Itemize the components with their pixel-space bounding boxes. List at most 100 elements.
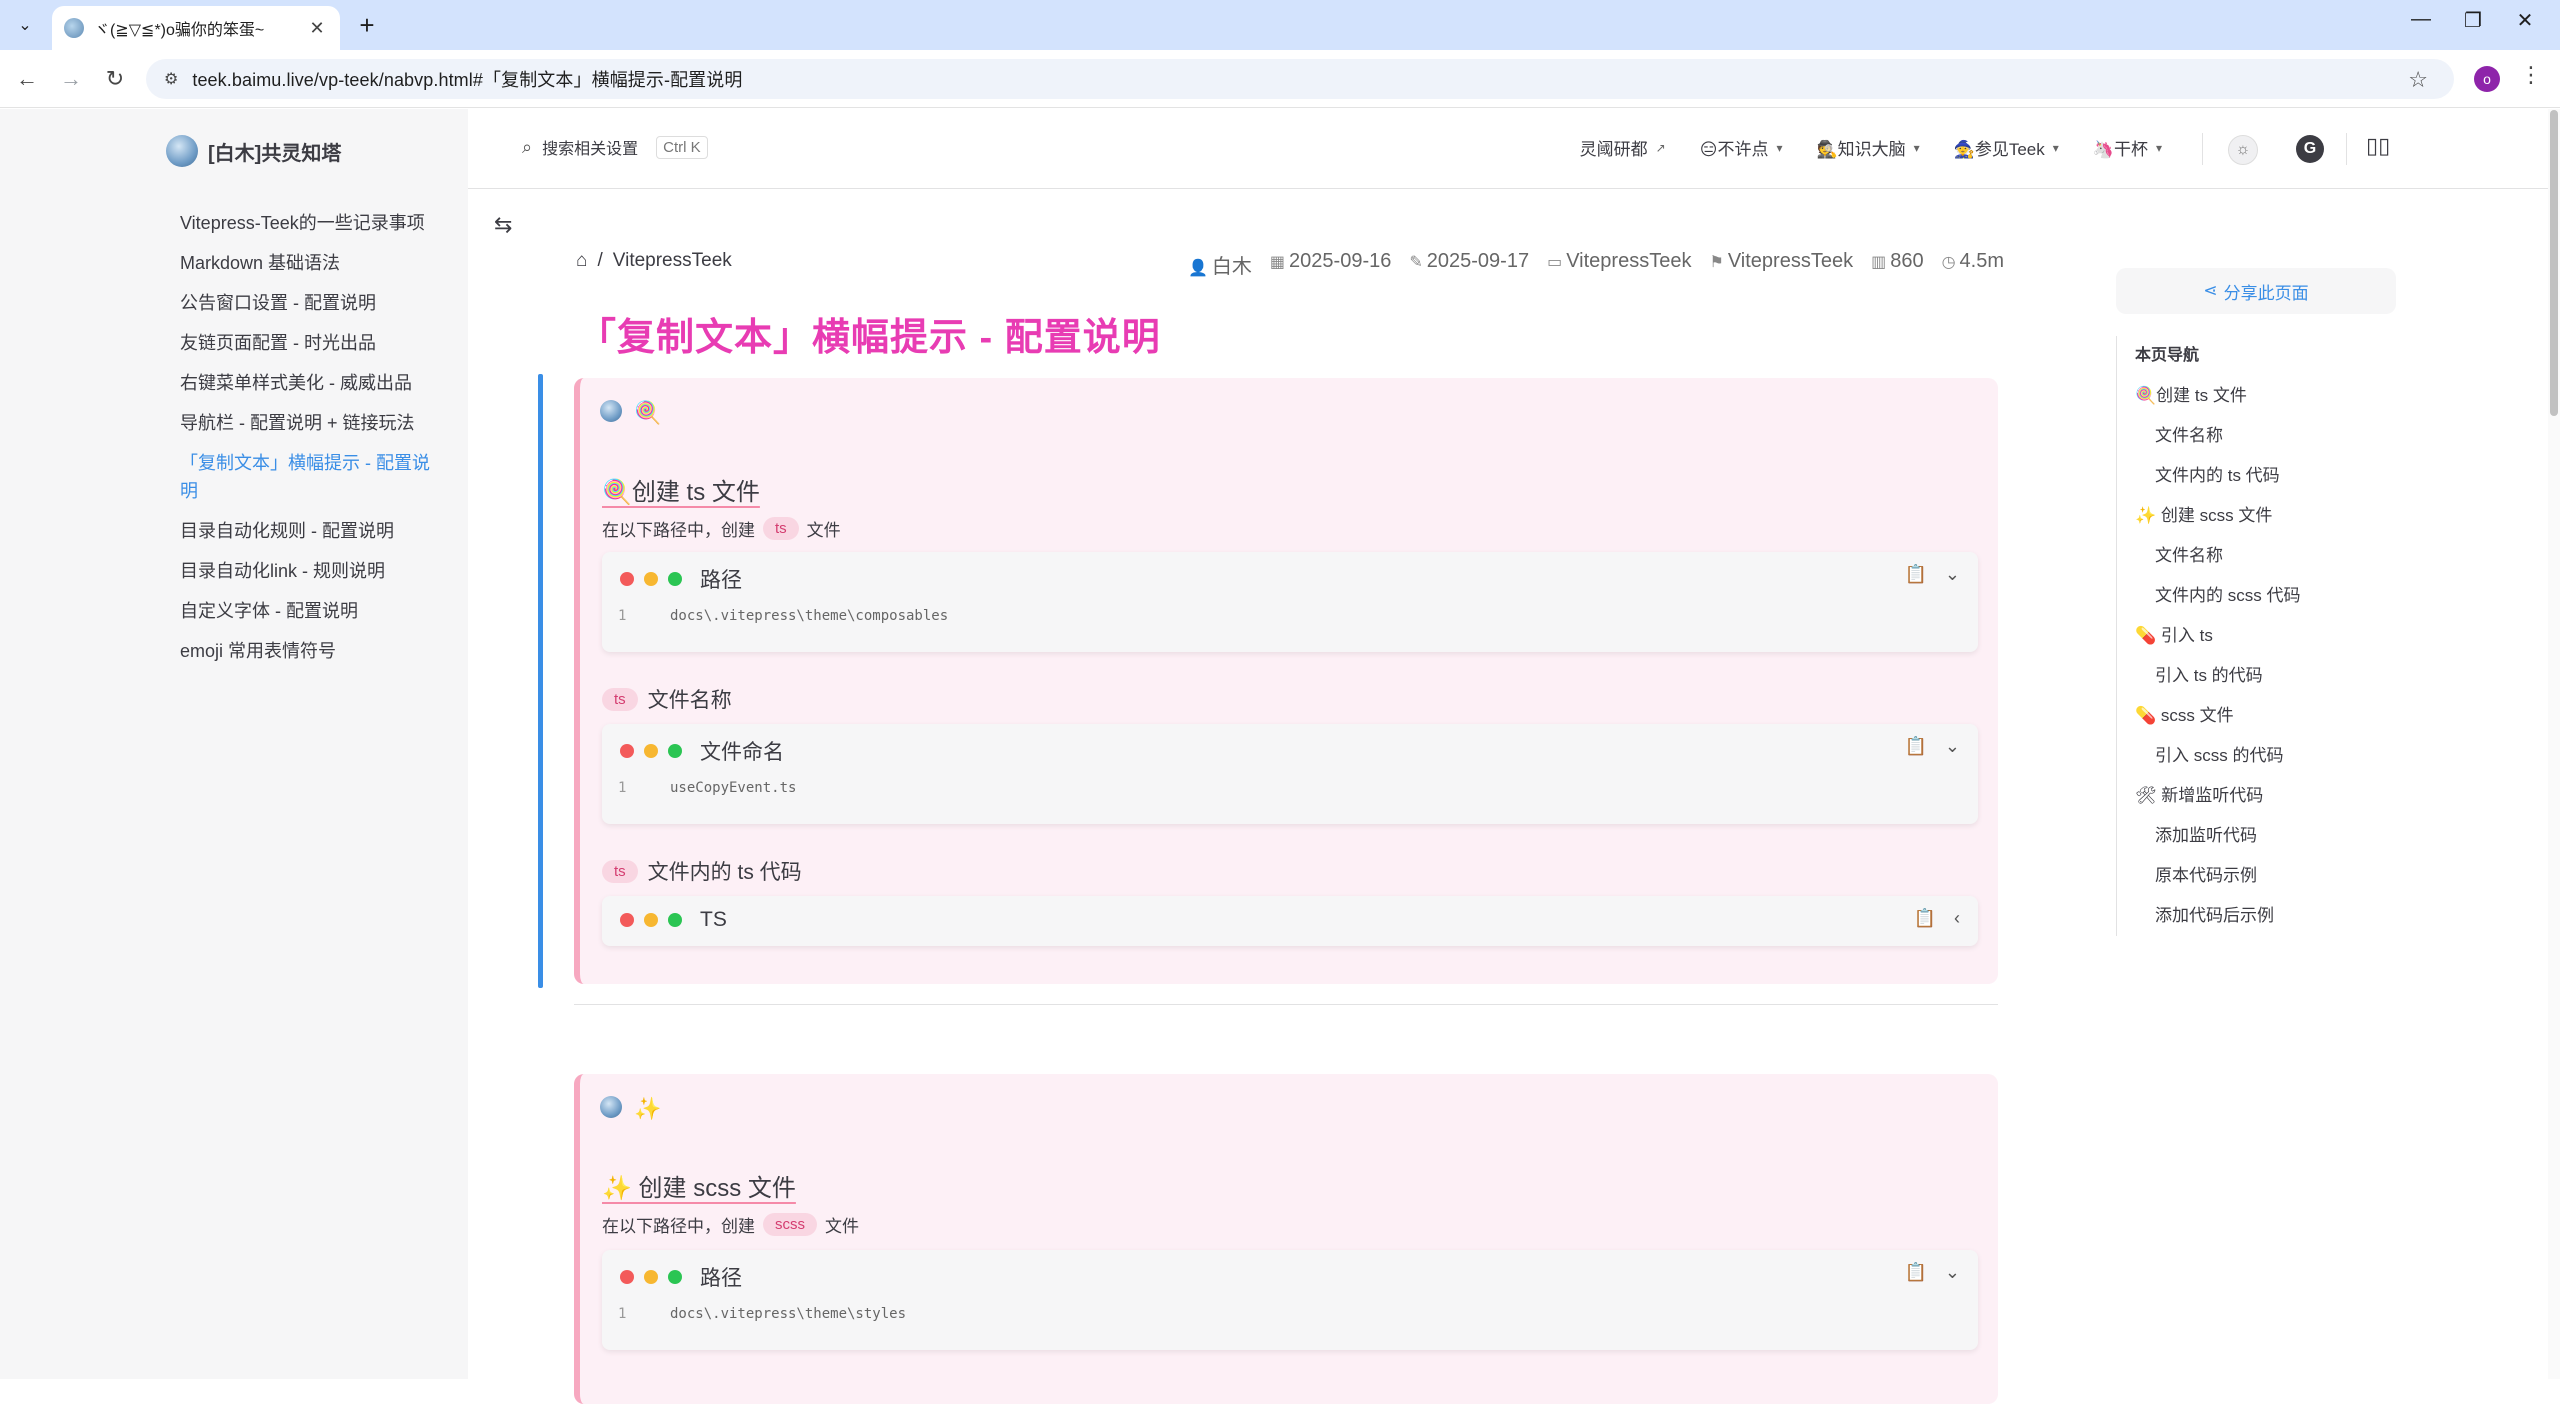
page-title: 「复制文本」横幅提示 - 配置说明 bbox=[578, 317, 1161, 359]
reading-mode-icon[interactable]: ▯▯ bbox=[2366, 133, 2390, 159]
toc-item[interactable]: 原本代码示例 bbox=[2135, 856, 2416, 896]
browser-menu-icon[interactable]: ⋮ bbox=[2520, 62, 2542, 88]
share-page-button[interactable]: ⋖ 分享此页面 bbox=[2116, 268, 2396, 314]
url-text[interactable]: teek.baimu.live/vp-teek/nabvp.html#「复制文本… bbox=[192, 66, 742, 92]
browser-tab-active[interactable]: ヾ(≧▽≦*)o骗你的笨蛋~ ✕ bbox=[52, 6, 340, 50]
code-text[interactable]: docs\.vitepress\theme\styles bbox=[670, 1306, 906, 1322]
bookmark-star-icon[interactable]: ☆ bbox=[2408, 67, 2428, 93]
meta-author[interactable]: 👤 白木 bbox=[1188, 250, 1252, 279]
toc-item[interactable]: ✨ 创建 scss 文件 bbox=[2135, 496, 2416, 536]
meta-words-text: 860 bbox=[1890, 250, 1924, 272]
card-emoji-row: ✨ bbox=[600, 1096, 661, 1122]
nav-link-label: 😑不许点 bbox=[1699, 140, 1769, 159]
toc-item[interactable]: 🍭创建 ts 文件 bbox=[2135, 376, 2416, 416]
chevron-left-icon[interactable]: ‹ bbox=[1954, 908, 1960, 929]
clock-icon: ◷ bbox=[1941, 254, 1956, 271]
breadcrumb-current[interactable]: VitepressTeek bbox=[613, 250, 732, 272]
section-heading[interactable]: ✨ 创建 scss 文件 bbox=[602, 1168, 796, 1203]
toc-item[interactable]: 🛠 新增监听代码 bbox=[2135, 776, 2416, 816]
site-title-link[interactable]: [白木]共灵知塔 bbox=[166, 135, 341, 167]
sidebar-item[interactable]: 导航栏 - 配置说明 + 链接玩法 bbox=[180, 409, 430, 437]
sidebar-item-active[interactable]: 「复制文本」横幅提示 - 配置说明 bbox=[180, 449, 430, 505]
sidebar-item[interactable]: Markdown 基础语法 bbox=[180, 249, 430, 277]
scrollbar-thumb[interactable] bbox=[2550, 110, 2558, 416]
code-header: TS bbox=[620, 908, 727, 932]
meta-tag-text: VitepressTeek bbox=[1727, 250, 1854, 272]
chevron-down-icon[interactable]: ⌄ bbox=[1945, 1262, 1960, 1283]
code-title: 路径 bbox=[700, 1267, 742, 1290]
toc-item[interactable]: 文件名称 bbox=[2135, 536, 2416, 576]
site-title: [白木]共灵知塔 bbox=[208, 142, 342, 165]
share-icon: ⋖ bbox=[2203, 281, 2218, 300]
card-emoji-row: 🍭 bbox=[600, 400, 661, 426]
sidebar-item[interactable]: emoji 常用表情符号 bbox=[180, 637, 430, 665]
reload-button[interactable]: ↻ bbox=[100, 64, 130, 94]
sidebar-item[interactable]: 右键菜单样式美化 - 威威出品 bbox=[180, 369, 430, 397]
subsection-heading[interactable]: ts 文件名称 bbox=[602, 684, 732, 714]
code-header: 路径 bbox=[620, 1262, 742, 1292]
sidebar-item[interactable]: 友链页面配置 - 时光出品 bbox=[180, 329, 430, 357]
sidebar-item[interactable]: Vitepress-Teek的一些记录事项 bbox=[180, 209, 430, 237]
nav-menu-buxudian[interactable]: 😑不许点 ▾ bbox=[1700, 135, 1783, 160]
omnibox[interactable]: ⚙ teek.baimu.live/vp-teek/nabvp.html#「复制… bbox=[146, 59, 2454, 99]
chevron-down-icon[interactable]: ⌄ bbox=[1945, 736, 1960, 757]
nav-menu-zhishidanao[interactable]: 🕵知识大脑 ▾ bbox=[1816, 135, 1919, 160]
nav-menu-ganbei[interactable]: 🦄干杯 ▾ bbox=[2093, 135, 2162, 160]
toc-item[interactable]: 添加代码后示例 bbox=[2135, 896, 2416, 936]
sidebar-item[interactable]: 自定义字体 - 配置说明 bbox=[180, 597, 430, 625]
sidebar-collapse-icon[interactable]: ⇆ bbox=[494, 212, 512, 238]
search-button[interactable]: ⌕ 搜索相关设置 Ctrl K bbox=[522, 135, 708, 159]
forward-button[interactable]: → bbox=[56, 64, 86, 94]
toc-item[interactable]: 💊 scss 文件 bbox=[2135, 696, 2416, 736]
chevron-down-icon[interactable]: ⌄ bbox=[1945, 564, 1960, 585]
tab-favicon-icon bbox=[64, 18, 84, 38]
meta-tag[interactable]: ⚑ VitepressTeek bbox=[1709, 250, 1853, 279]
nav-divider bbox=[2346, 133, 2347, 165]
chevron-down-icon: ▾ bbox=[1776, 140, 1783, 155]
calendar-icon: ▦ bbox=[1269, 254, 1286, 271]
content-card: 🍭 🍭创建 ts 文件 在以下路径中，创建 ts 文件 路径 📋 ⌄ 1 doc… bbox=[574, 378, 1998, 984]
inline-code: scss bbox=[763, 1213, 817, 1236]
sidebar-item[interactable]: 公告窗口设置 - 配置说明 bbox=[180, 289, 430, 317]
lollipop-icon: 🍭 bbox=[634, 400, 662, 425]
minimize-icon[interactable]: — bbox=[2396, 8, 2446, 31]
section-heading[interactable]: 🍭创建 ts 文件 bbox=[602, 472, 760, 507]
copy-icon[interactable]: 📋 bbox=[1904, 1262, 1926, 1283]
nav-link-lingyu[interactable]: 灵阈研都 ↗ bbox=[1580, 135, 1666, 160]
toc-item[interactable]: 引入 ts 的代码 bbox=[2135, 656, 2416, 696]
copy-icon[interactable]: 📋 bbox=[1914, 908, 1936, 929]
toc-item[interactable]: 添加监听代码 bbox=[2135, 816, 2416, 856]
new-tab-button[interactable]: + bbox=[352, 10, 382, 40]
sidebar-item[interactable]: 目录自动化link - 规则说明 bbox=[180, 557, 430, 585]
meta-category[interactable]: ▭ VitepressTeek bbox=[1547, 250, 1691, 279]
code-text[interactable]: useCopyEvent.ts bbox=[670, 780, 796, 796]
toc-item[interactable]: 文件内的 ts 代码 bbox=[2135, 456, 2416, 496]
theme-toggle-icon[interactable]: ☼ bbox=[2228, 135, 2258, 165]
inline-code: ts bbox=[763, 517, 799, 540]
toc-item[interactable]: 文件名称 bbox=[2135, 416, 2416, 456]
line-number: 1 bbox=[618, 608, 627, 624]
subsection-heading[interactable]: ts 文件内的 ts 代码 bbox=[602, 856, 802, 886]
toc-item[interactable]: 💊 引入 ts bbox=[2135, 616, 2416, 656]
github-icon[interactable]: G bbox=[2296, 135, 2324, 163]
restore-icon[interactable]: ❐ bbox=[2448, 8, 2498, 33]
tab-search-button[interactable]: ⌄ bbox=[8, 10, 42, 40]
site-info-icon[interactable]: ⚙ bbox=[164, 69, 178, 89]
home-icon[interactable]: ⌂ bbox=[576, 250, 587, 272]
close-window-icon[interactable]: ✕ bbox=[2500, 8, 2550, 33]
breadcrumb-separator: / bbox=[597, 250, 603, 271]
code-text[interactable]: docs\.vitepress\theme\composables bbox=[670, 608, 948, 624]
copy-icon[interactable]: 📋 bbox=[1904, 564, 1926, 585]
toc-item[interactable]: 引入 scss 的代码 bbox=[2135, 736, 2416, 776]
meta-created-text: 2025-09-16 bbox=[1289, 250, 1392, 272]
back-button[interactable]: ← bbox=[12, 64, 42, 94]
red-dot-icon bbox=[620, 913, 634, 927]
code-block: 路径 📋 ⌄ 1 docs\.vitepress\theme\composabl… bbox=[602, 552, 1978, 652]
profile-avatar[interactable]: o bbox=[2474, 66, 2500, 92]
code-line: 1 useCopyEvent.ts bbox=[618, 780, 796, 796]
copy-icon[interactable]: 📋 bbox=[1904, 736, 1926, 757]
nav-menu-teek[interactable]: 🧙参见Teek ▾ bbox=[1954, 135, 2059, 160]
tab-close-icon[interactable]: ✕ bbox=[306, 18, 328, 39]
sidebar-item[interactable]: 目录自动化规则 - 配置说明 bbox=[180, 517, 430, 545]
toc-item[interactable]: 文件内的 scss 代码 bbox=[2135, 576, 2416, 616]
